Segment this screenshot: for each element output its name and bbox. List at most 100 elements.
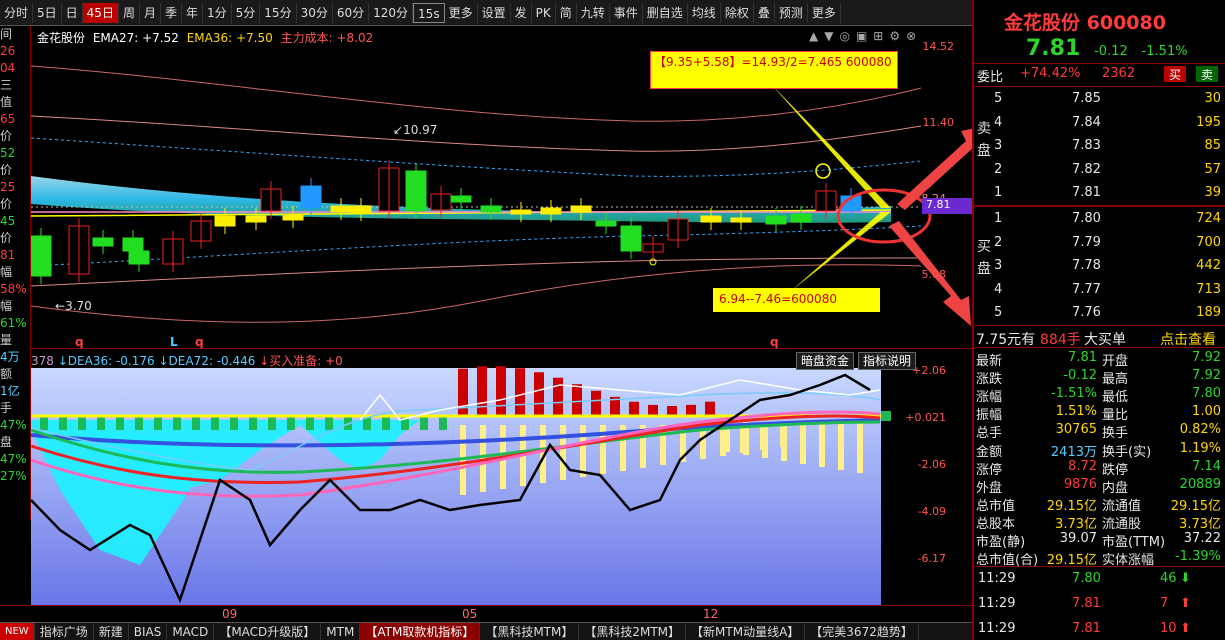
bids-row[interactable]: 1 7.80 724 (974, 210, 1225, 229)
high-label: ↙10.97 (393, 123, 438, 137)
toolbar-item-0[interactable]: 分时 (0, 2, 34, 23)
macd-bar-light (760, 425, 766, 450)
kline-chart[interactable]: 金花股份 EMA27: +7.52 EMA36: +7.50 主力成本: +8.… (31, 26, 972, 349)
toolbar-item-22[interactable]: 删自选 (643, 2, 688, 23)
toolbar-item-23[interactable]: 均线 (688, 2, 721, 23)
ind-prefix: 378 (31, 354, 54, 368)
bids-row[interactable]: 4 7.77 713 (974, 281, 1225, 300)
toolbar-item-12[interactable]: 60分 (333, 2, 370, 23)
indicator-tab-11[interactable]: 【完美3672趋势】 (805, 623, 919, 640)
indicator-tab-4[interactable]: MACD (167, 623, 215, 640)
macd-bar-light (580, 425, 586, 477)
chart-icon[interactable]: ▣ (856, 29, 873, 43)
arrow-down-tool-icon[interactable]: ▼ (824, 29, 839, 43)
toolbar-item-20[interactable]: 九转 (577, 2, 610, 23)
toolbar-item-6[interactable]: 季 (161, 2, 182, 23)
toolbar-item-17[interactable]: 发 (511, 2, 532, 23)
macd-bar (211, 416, 219, 430)
macd-bar (325, 416, 333, 430)
toolbar-item-27[interactable]: 更多 (808, 2, 841, 23)
sell-button[interactable]: 卖 (1196, 66, 1218, 82)
date-axis: 09 05 12 (0, 605, 972, 622)
big-order-label: 大买单 (1084, 332, 1126, 348)
high-value: 10.97 (403, 123, 438, 137)
weibi-label: 委比 (977, 70, 1004, 85)
quote-row: 总手 30765 换手 0.82% (974, 421, 1225, 441)
indicator-tab-9[interactable]: 【黑科技2MTM】 (579, 623, 687, 640)
toolbar-item-2[interactable]: 日 (62, 2, 83, 23)
toolbar-item-26[interactable]: 预测 (775, 2, 808, 23)
asks-price: 7.84 (1072, 114, 1101, 130)
macd-bar (667, 405, 677, 416)
asks-row[interactable]: 5 7.85 30 (974, 90, 1225, 109)
big-order-row[interactable]: 7.75元有 884手 大买单 点击查看 (974, 328, 1225, 349)
bids-lvl: 5 (994, 305, 1003, 320)
indicator-tab-7[interactable]: 【ATM取款机指标】 (360, 623, 481, 640)
toolbar-item-4[interactable]: 周 (119, 2, 140, 23)
quote-v1: 9876 (1063, 476, 1097, 492)
bids-row[interactable]: 5 7.76 189 (974, 304, 1225, 323)
macd-bar-light (740, 425, 746, 453)
lock-icon[interactable]: ⊞ (873, 29, 889, 43)
asks-row[interactable]: 2 7.82 57 (974, 161, 1225, 180)
toolbar-item-16[interactable]: 设置 (478, 2, 511, 23)
toolbar-item-14[interactable]: 15s (413, 2, 445, 23)
quote-v1: 30765 (1055, 422, 1097, 438)
toolbar-item-24[interactable]: 除权 (721, 2, 754, 23)
toolbar-item-9[interactable]: 5分 (232, 2, 261, 23)
indicator-tab-8[interactable]: 【黑科技MTM】 (480, 623, 580, 640)
indicator-panel[interactable]: +2.06 +0.021 -2.06 -4.09 -6.17 (0, 350, 972, 605)
toolbar-item-7[interactable]: 年 (182, 2, 204, 23)
ind-axis-1: +0.021 (905, 411, 946, 424)
toolbar-item-21[interactable]: 事件 (610, 2, 643, 23)
macd-bar (40, 416, 48, 430)
indicator-tab-1[interactable]: 指标广场 (35, 623, 94, 640)
toolbar-item-18[interactable]: PK (532, 2, 556, 23)
asks-row[interactable]: 1 7.81 39 (974, 184, 1225, 203)
price-axis-4: 5.08 (921, 268, 947, 281)
toolbar-item-10[interactable]: 15分 (260, 2, 297, 23)
macd-bar (629, 401, 639, 416)
indicator-tab-10[interactable]: 【新MTM动量线A】 (686, 623, 806, 640)
quote-v2: 7.92 (1192, 350, 1221, 365)
current-price-tag: 7.81 (922, 198, 972, 214)
settings-icon[interactable]: ⚙ (889, 29, 906, 43)
toolbar-item-3[interactable]: 45日 (82, 2, 119, 23)
ind-buy-prep-value: 买入准备: +0 (269, 354, 343, 368)
toolbar-item-1[interactable]: 5日 (33, 2, 62, 23)
eye-icon[interactable]: ◎ (839, 29, 855, 43)
buy-button[interactable]: 买 (1164, 66, 1186, 82)
macd-bar (97, 416, 105, 430)
left-strip-item: 45 (0, 214, 16, 228)
bids-row[interactable]: 3 7.78 442 (974, 257, 1225, 276)
toolbar-item-19[interactable]: 简 (556, 2, 577, 23)
price-line: 7.81 -0.12 -1.51% (1026, 36, 1188, 61)
quote-row: 外盘 9876 内盘 20889 (974, 476, 1225, 496)
indicator-tab-6[interactable]: MTM (321, 623, 361, 640)
dark-pool-button[interactable]: 暗盘资金 (796, 352, 855, 370)
x-tick-12: 12 (703, 607, 719, 621)
close-icon[interactable]: ⊗ (906, 29, 922, 43)
bids-row[interactable]: 2 7.79 700 (974, 234, 1225, 253)
asks-row[interactable]: 3 7.83 85 (974, 137, 1225, 156)
big-order-link[interactable]: 点击查看 (1160, 329, 1216, 349)
indicator-desc-button[interactable]: 指标说明 (858, 352, 917, 370)
toolbar-item-5[interactable]: 月 (140, 2, 161, 23)
asks-price: 7.83 (1072, 138, 1101, 153)
indicator-tab-3[interactable]: BIAS (129, 623, 168, 640)
toolbar-item-11[interactable]: 30分 (297, 2, 333, 23)
arrow-up-tool-icon[interactable]: ▲ (809, 29, 824, 43)
indicator-tab-2[interactable]: 新建 (94, 623, 129, 640)
indicator-tab-5[interactable]: 【MACD升级版】 (214, 623, 322, 640)
left-strip-item: 三 (0, 78, 13, 92)
toolbar-item-13[interactable]: 120分 (369, 2, 414, 23)
chart-legend: 金花股份 EMA27: +7.52 EMA36: +7.50 主力成本: +8.… (37, 29, 373, 46)
toolbar-item-25[interactable]: 叠 (754, 2, 775, 23)
indicator-tab-0[interactable]: NEW (0, 623, 35, 640)
bids-vol: 442 (1196, 258, 1221, 273)
toolbar-item-15[interactable]: 更多 (445, 2, 478, 23)
marker-q3: q (770, 335, 779, 349)
asks-row[interactable]: 4 7.84 195 (974, 114, 1225, 133)
tick-row: 11:29 7.81 10 ⬆ (974, 620, 1225, 639)
toolbar-item-8[interactable]: 1分 (203, 2, 232, 23)
